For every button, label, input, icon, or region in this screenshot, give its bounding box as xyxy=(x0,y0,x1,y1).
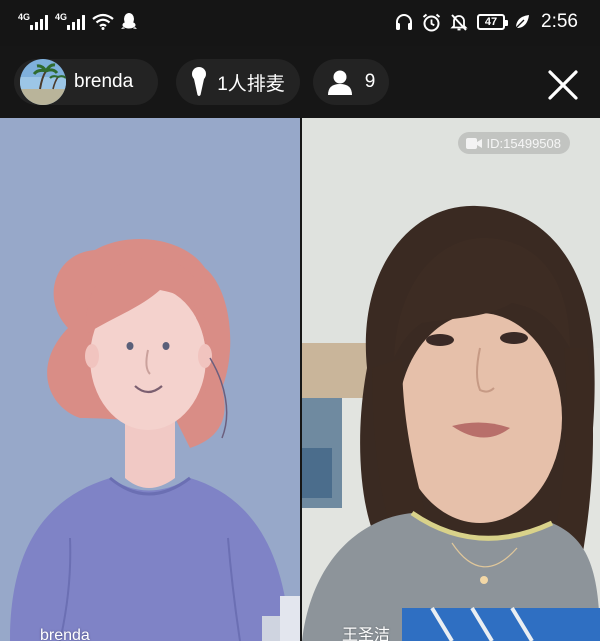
viewers-pill[interactable]: 9 xyxy=(313,59,389,105)
room-id: ID:15499508 xyxy=(486,135,561,151)
battery-level: 47 xyxy=(484,15,498,28)
room-id-badge: ID:15499508 xyxy=(457,132,570,154)
live-room-top-bar: brenda 1人排麦 9 xyxy=(0,46,600,118)
mic-queue-pill[interactable]: 1人排麦 xyxy=(176,59,300,105)
wifi-icon xyxy=(92,13,114,30)
avatar-illustration xyxy=(10,238,300,641)
close-icon xyxy=(548,70,578,100)
microphone-icon xyxy=(192,67,207,96)
network-type-2: 4G xyxy=(55,12,68,22)
alarm-icon xyxy=(422,13,441,31)
host-video-tile[interactable]: brenda xyxy=(0,118,300,641)
signal-icon: 4G xyxy=(18,12,48,30)
status-right: 47 2:56 xyxy=(395,11,578,33)
clock: 2:56 xyxy=(541,11,578,32)
leaf-icon xyxy=(515,15,530,29)
close-button[interactable] xyxy=(546,68,580,102)
qq-icon xyxy=(121,13,137,29)
network-type: 4G xyxy=(18,12,31,22)
mic-queue-label: 1人排麦 xyxy=(217,73,285,95)
guest-video-label: 王圣洁 xyxy=(342,627,391,641)
guest-video-tile[interactable]: ID:15499508 王圣洁 xyxy=(302,118,600,641)
guest-camera-feed xyxy=(302,118,600,641)
signal-icon-2: 4G xyxy=(55,12,85,30)
host-name: brenda xyxy=(74,71,134,92)
headphones-icon xyxy=(396,14,413,30)
video-camera-icon xyxy=(465,137,482,149)
person-icon xyxy=(327,70,352,95)
host-profile-pill[interactable]: brenda xyxy=(14,59,158,105)
status-bar: 4G 4G 47 2:56 xyxy=(0,0,600,46)
host-video-label: brenda xyxy=(40,627,90,641)
status-left: 4G 4G xyxy=(18,12,137,30)
mute-icon xyxy=(450,13,468,31)
host-avatar[interactable] xyxy=(20,59,66,105)
avatar-image xyxy=(20,59,66,105)
battery-icon: 47 xyxy=(477,14,509,30)
viewer-count: 9 xyxy=(364,71,376,92)
